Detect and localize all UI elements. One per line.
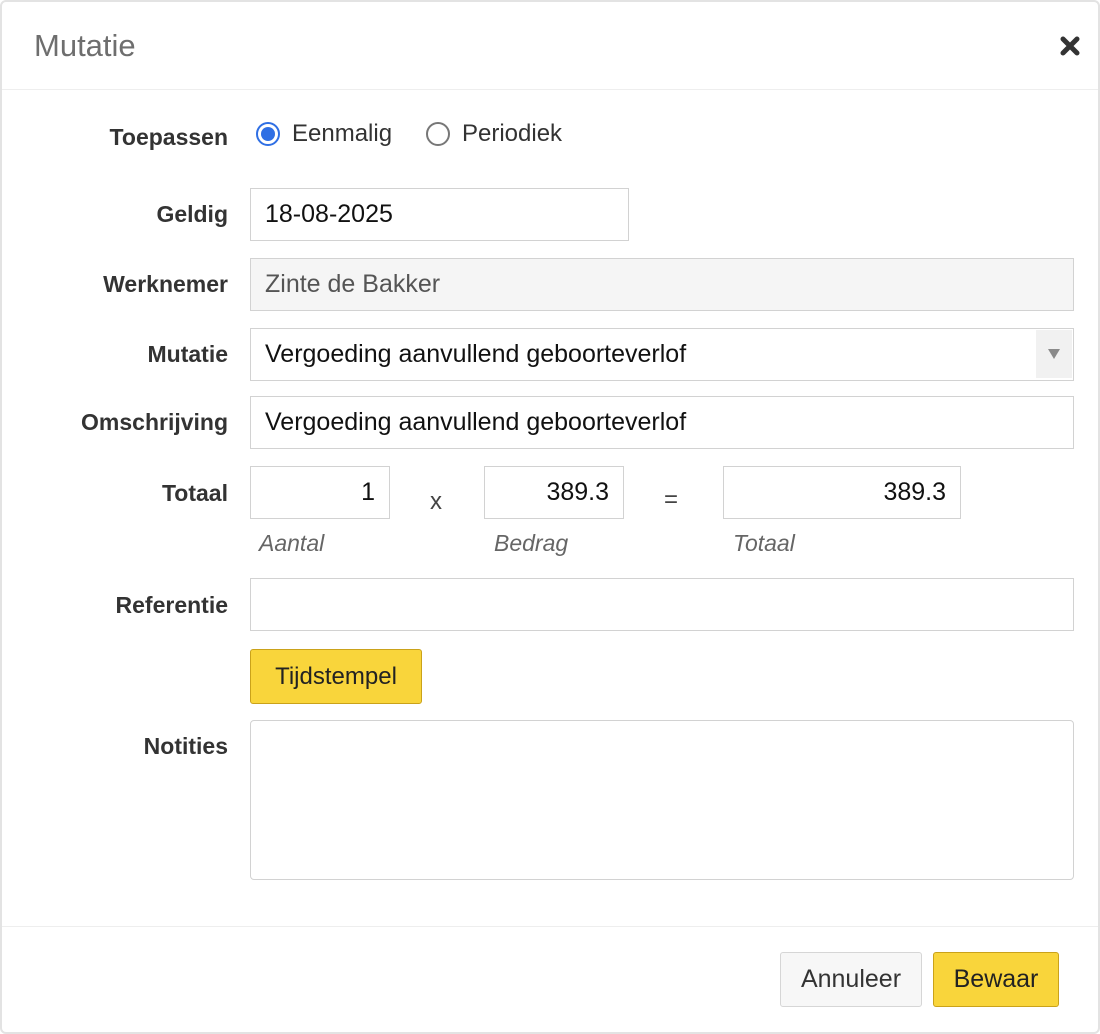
bedrag-hint: Bedrag xyxy=(494,530,569,556)
totaal-hint: Totaal xyxy=(733,530,795,556)
dialog-title: Mutatie xyxy=(34,28,136,63)
mutatie-dialog: Mutatie Toepassen Eenmalig Periodiek Gel… xyxy=(0,0,1100,1034)
radio-periodiek-indicator xyxy=(426,122,450,146)
close-icon xyxy=(1060,36,1080,56)
radio-eenmalig[interactable]: Eenmalig xyxy=(256,120,392,148)
radio-periodiek-label: Periodiek xyxy=(462,120,563,147)
notities-label: Notities xyxy=(143,733,228,759)
close-button[interactable] xyxy=(1056,32,1084,60)
multiply-sign: x xyxy=(430,488,442,515)
notities-textarea[interactable] xyxy=(250,720,1074,880)
referentie-input[interactable] xyxy=(250,578,1074,631)
save-button[interactable]: Bewaar xyxy=(933,952,1059,1007)
toepassen-label: Toepassen xyxy=(109,124,228,150)
radio-eenmalig-label: Eenmalig xyxy=(292,120,393,147)
dialog-header: Mutatie xyxy=(2,2,1098,90)
omschrijving-input[interactable]: Vergoeding aanvullend geboorteverlof xyxy=(250,396,1074,449)
werknemer-field: Zinte de Bakker xyxy=(250,258,1074,311)
werknemer-label: Werknemer xyxy=(103,271,228,297)
totaal-input[interactable]: 389.3 xyxy=(723,466,961,519)
omschrijving-label: Omschrijving xyxy=(81,409,228,435)
cancel-button[interactable]: Annuleer xyxy=(780,952,922,1007)
bedrag-input[interactable]: 389.3 xyxy=(484,466,624,519)
geldig-date-input[interactable]: 18-08-2025 xyxy=(250,188,629,241)
chevron-down-icon[interactable] xyxy=(1036,330,1072,378)
tijdstempel-button[interactable]: Tijdstempel xyxy=(250,649,422,704)
totaal-label: Totaal xyxy=(161,480,228,506)
mutatie-label: Mutatie xyxy=(147,341,229,367)
referentie-label: Referentie xyxy=(115,592,228,618)
radio-periodiek[interactable]: Periodiek xyxy=(426,120,562,148)
equals-sign: = xyxy=(664,486,679,513)
aantal-input[interactable]: 1 xyxy=(250,466,390,519)
mutatie-select[interactable]: Vergoeding aanvullend geboorteverlof xyxy=(250,328,1074,381)
radio-eenmalig-indicator xyxy=(256,122,280,146)
dialog-footer: Annuleer Bewaar xyxy=(2,926,1098,1034)
geldig-label: Geldig xyxy=(156,201,228,227)
aantal-hint: Aantal xyxy=(259,530,325,556)
